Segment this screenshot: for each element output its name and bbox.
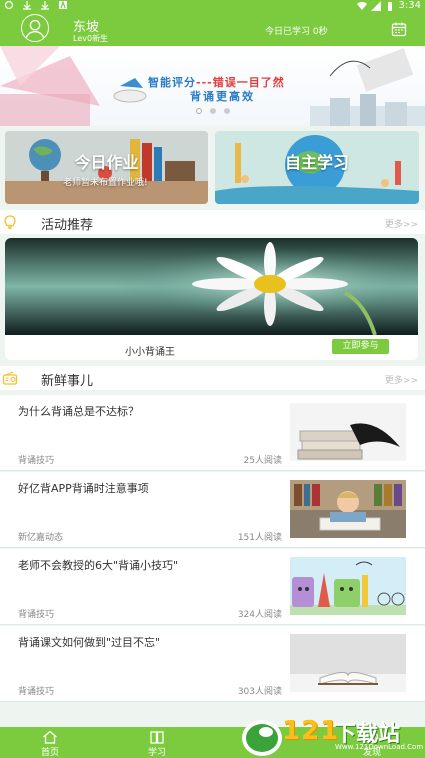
home-icon xyxy=(43,730,57,744)
self-study-card[interactable]: 自主学习 xyxy=(215,131,419,204)
tab-home-label: 首页 xyxy=(40,748,59,758)
app-header: 东坡 Lev0新生 今日已学习 0秒 xyxy=(0,12,425,46)
banner-subline: 背诵更高效 xyxy=(190,90,255,103)
status-time: 3:34 xyxy=(398,0,421,11)
carousel-dot[interactable] xyxy=(196,108,202,114)
news-thumbnail xyxy=(290,480,406,538)
avatar[interactable] xyxy=(21,14,49,42)
news-title: 老师不会教授的6大"背诵小技巧" xyxy=(18,559,179,572)
news-read-count: 303人阅读 xyxy=(237,687,282,697)
tab-study-label: 学习 xyxy=(147,748,166,758)
more-link[interactable]: 更多>> xyxy=(385,373,418,386)
news-thumbnail xyxy=(290,634,406,692)
carousel-dot[interactable] xyxy=(210,108,216,114)
study-time: 今日已学习 0秒 xyxy=(265,27,328,37)
carousel-dot[interactable] xyxy=(224,108,230,114)
news-thumbnail xyxy=(290,557,406,615)
news-category: 背诵技巧 xyxy=(18,456,55,466)
user-level: Lev0新生 xyxy=(73,34,109,43)
tab-study[interactable]: 学习 xyxy=(137,730,177,758)
news-item[interactable]: 背诵课文如何做到"过目不忘" 背诵技巧 303人阅读 xyxy=(0,626,425,702)
activity-image xyxy=(5,238,418,335)
news-thumbnail xyxy=(290,403,406,461)
notification-icon xyxy=(4,0,14,10)
section-title: 新鲜事儿 xyxy=(41,374,94,389)
signal-icon xyxy=(370,0,381,11)
carousel-indicator xyxy=(196,108,230,114)
news-title: 好亿背APP背诵时注意事项 xyxy=(18,482,149,495)
battery-icon xyxy=(385,1,395,11)
promo-banner[interactable]: 智能评分---错误一目了然 背诵更高效 xyxy=(0,46,425,126)
news-read-count: 25人阅读 xyxy=(243,456,282,466)
activity-section-header: 活动推荐 更多>> xyxy=(0,210,425,234)
join-now-button[interactable]: 立即参与 xyxy=(332,339,389,354)
homework-title: 今日作业 xyxy=(74,153,139,172)
news-item[interactable]: 老师不会教授的6大"背诵小技巧" 背诵技巧 324人阅读 xyxy=(0,549,425,625)
calendar-icon[interactable] xyxy=(391,21,407,37)
banner-text-a: 智能评分 xyxy=(148,76,196,89)
download-icon xyxy=(22,0,32,10)
news-category: 背诵技巧 xyxy=(18,610,55,620)
more-link[interactable]: 更多>> xyxy=(385,217,418,230)
news-read-count: 324人阅读 xyxy=(237,610,282,620)
news-section-header: 新鲜事儿 更多>> xyxy=(0,366,425,390)
book-icon xyxy=(150,731,164,744)
news-item[interactable]: 为什么背诵总是不达标？ 背诵技巧 25人阅读 xyxy=(0,395,425,471)
activity-card[interactable]: 小小背诵王 立即参与 xyxy=(5,238,418,360)
news-category: 背诵技巧 xyxy=(18,687,55,697)
app-notification-icon xyxy=(58,0,68,10)
homework-subtitle: 老师暂未布置作业哦! xyxy=(63,178,148,188)
news-read-count: 151人阅读 xyxy=(237,533,282,543)
tab-home[interactable]: 首页 xyxy=(30,730,70,758)
wifi-icon xyxy=(356,1,367,11)
news-title: 为什么背诵总是不达标？ xyxy=(18,405,139,418)
watermark-url: Www.121DownLoad.Com xyxy=(335,743,424,751)
radio-icon xyxy=(2,370,18,386)
watermark-number: 121 xyxy=(282,716,340,746)
today-homework-card[interactable]: 今日作业 老师暂未布置作业哦! xyxy=(5,131,208,204)
news-item[interactable]: 好亿背APP背诵时注意事项 新亿嘉动态 151人阅读 xyxy=(0,472,425,548)
download-icon xyxy=(40,0,50,10)
bulb-icon xyxy=(2,214,18,230)
section-title: 活动推荐 xyxy=(41,218,94,233)
news-title: 背诵课文如何做到"过目不忘" xyxy=(18,636,161,649)
self-study-title: 自主学习 xyxy=(284,153,349,172)
status-bar: 3:34 xyxy=(0,0,425,12)
activity-name: 小小背诵王 xyxy=(125,347,175,358)
news-category: 新亿嘉动态 xyxy=(18,533,64,543)
